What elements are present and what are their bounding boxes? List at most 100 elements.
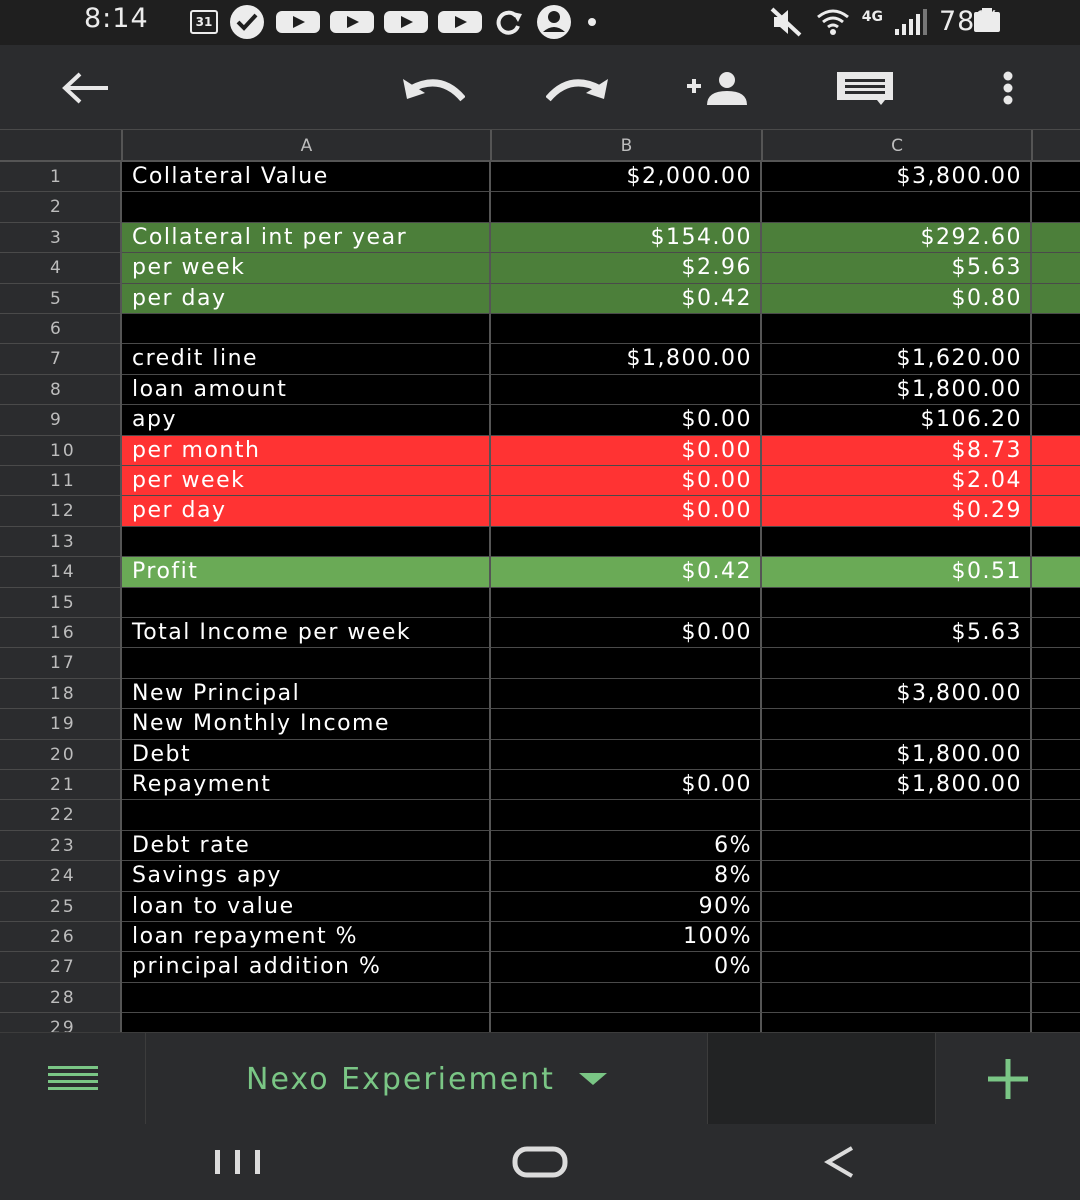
cell-a[interactable]: New Monthly Income: [122, 709, 491, 740]
row-header[interactable]: 16: [0, 618, 120, 649]
cell-c[interactable]: [762, 1013, 1032, 1032]
cell-a[interactable]: [122, 314, 491, 345]
cell-c[interactable]: [762, 587, 1032, 618]
cell-b[interactable]: $1,800.00: [491, 344, 762, 375]
row-header[interactable]: 19: [0, 709, 120, 740]
select-all-corner[interactable]: [0, 130, 123, 161]
cell-d[interactable]: [1032, 435, 1080, 466]
cell-a[interactable]: loan amount: [122, 374, 491, 406]
cell-c[interactable]: [762, 952, 1032, 983]
cell-b[interactable]: $0.00: [491, 435, 762, 466]
cell-d[interactable]: [1032, 740, 1080, 770]
cell-d[interactable]: [1032, 496, 1080, 527]
row-header[interactable]: 4: [0, 253, 120, 284]
cell-a[interactable]: [122, 1013, 491, 1032]
cell-d[interactable]: [1032, 222, 1080, 254]
row-header[interactable]: 7: [0, 344, 120, 375]
cell-b[interactable]: 8%: [491, 861, 762, 892]
cell-a[interactable]: Repayment: [122, 770, 491, 801]
back-button[interactable]: [50, 45, 120, 130]
cell-b[interactable]: [491, 314, 762, 345]
cell-b[interactable]: [491, 1013, 762, 1032]
cell-d[interactable]: [1032, 800, 1080, 831]
cell-d[interactable]: [1032, 375, 1080, 406]
cell-c[interactable]: $5.63: [762, 253, 1032, 284]
row-header[interactable]: 17: [0, 648, 120, 679]
cell-d[interactable]: [1032, 983, 1080, 1014]
cell-c[interactable]: [762, 982, 1032, 1014]
cell-c[interactable]: $0.51: [762, 557, 1032, 588]
cell-a[interactable]: [122, 800, 491, 831]
cell-c[interactable]: [762, 648, 1032, 679]
cell-b[interactable]: [491, 587, 762, 618]
row-header[interactable]: 3: [0, 223, 120, 254]
comment-button[interactable]: [825, 45, 905, 130]
cell-a[interactable]: per week: [122, 253, 491, 284]
cell-d[interactable]: [1032, 314, 1080, 345]
cell-a[interactable]: [122, 648, 491, 679]
dropdown-arrow-icon[interactable]: [578, 1073, 607, 1085]
cell-c[interactable]: $3,800.00: [762, 678, 1032, 710]
row-header[interactable]: 13: [0, 527, 120, 558]
cell-c[interactable]: $5.63: [762, 618, 1032, 649]
row-header[interactable]: 9: [0, 405, 120, 436]
column-header-d[interactable]: [1033, 130, 1080, 161]
column-header-a[interactable]: A: [123, 130, 492, 161]
cell-b[interactable]: $0.00: [491, 405, 762, 436]
cell-a[interactable]: Collateral Value: [122, 162, 491, 193]
cell-b[interactable]: $0.42: [491, 283, 762, 314]
cell-c[interactable]: $3,800.00: [762, 162, 1032, 193]
row-header[interactable]: 10: [0, 436, 120, 466]
cell-d[interactable]: [1032, 952, 1080, 983]
row-header[interactable]: 22: [0, 800, 120, 831]
cell-a[interactable]: credit line: [122, 344, 491, 375]
cell-b[interactable]: [491, 800, 762, 831]
row-header[interactable]: 27: [0, 952, 120, 983]
cell-d[interactable]: [1032, 344, 1080, 375]
cell-a[interactable]: per day: [122, 283, 491, 314]
row-header[interactable]: 1: [0, 162, 120, 193]
row-header[interactable]: 2: [0, 192, 120, 223]
cell-c[interactable]: $106.20: [762, 405, 1032, 436]
share-button[interactable]: [680, 45, 760, 130]
back-nav-button[interactable]: [800, 1124, 880, 1200]
cell-a[interactable]: Profit: [122, 557, 491, 588]
row-header[interactable]: 28: [0, 983, 120, 1014]
cell-a[interactable]: loan repayment %: [122, 922, 491, 953]
cell-a[interactable]: per week: [122, 466, 491, 497]
cell-a[interactable]: principal addition %: [122, 952, 491, 983]
row-header[interactable]: 24: [0, 861, 120, 892]
cell-a[interactable]: Debt: [122, 739, 491, 770]
home-button[interactable]: [490, 1124, 590, 1200]
row-header[interactable]: 14: [0, 557, 120, 588]
cell-a[interactable]: [122, 587, 491, 618]
cell-c[interactable]: [762, 891, 1032, 922]
cell-d[interactable]: [1032, 618, 1080, 649]
cell-b[interactable]: $2,000.00: [491, 162, 762, 193]
cell-b[interactable]: $0.42: [491, 557, 762, 588]
cell-b[interactable]: [491, 678, 762, 710]
row-header[interactable]: 5: [0, 284, 120, 314]
cell-c[interactable]: $1,620.00: [762, 344, 1032, 375]
cell-b[interactable]: 0%: [491, 952, 762, 983]
cell-a[interactable]: [122, 982, 491, 1014]
cell-d[interactable]: [1032, 527, 1080, 558]
row-header[interactable]: 15: [0, 588, 120, 618]
cell-d[interactable]: [1032, 709, 1080, 740]
cell-b[interactable]: [491, 982, 762, 1014]
row-header[interactable]: 25: [0, 892, 120, 922]
cell-a[interactable]: Total Income per week: [122, 618, 491, 649]
cell-c[interactable]: $8.73: [762, 435, 1032, 466]
cell-b[interactable]: [491, 526, 762, 558]
cell-d[interactable]: [1032, 405, 1080, 436]
all-sheets-button[interactable]: [0, 1033, 146, 1125]
cell-d[interactable]: [1032, 588, 1080, 618]
cell-b[interactable]: [491, 648, 762, 679]
cell-a[interactable]: per day: [122, 496, 491, 527]
more-options-button[interactable]: [985, 45, 1030, 130]
cell-c[interactable]: [762, 709, 1032, 740]
cell-b[interactable]: [491, 374, 762, 406]
cell-c[interactable]: [762, 314, 1032, 345]
cell-b[interactable]: $2.96: [491, 253, 762, 284]
cell-c[interactable]: $0.29: [762, 496, 1032, 527]
